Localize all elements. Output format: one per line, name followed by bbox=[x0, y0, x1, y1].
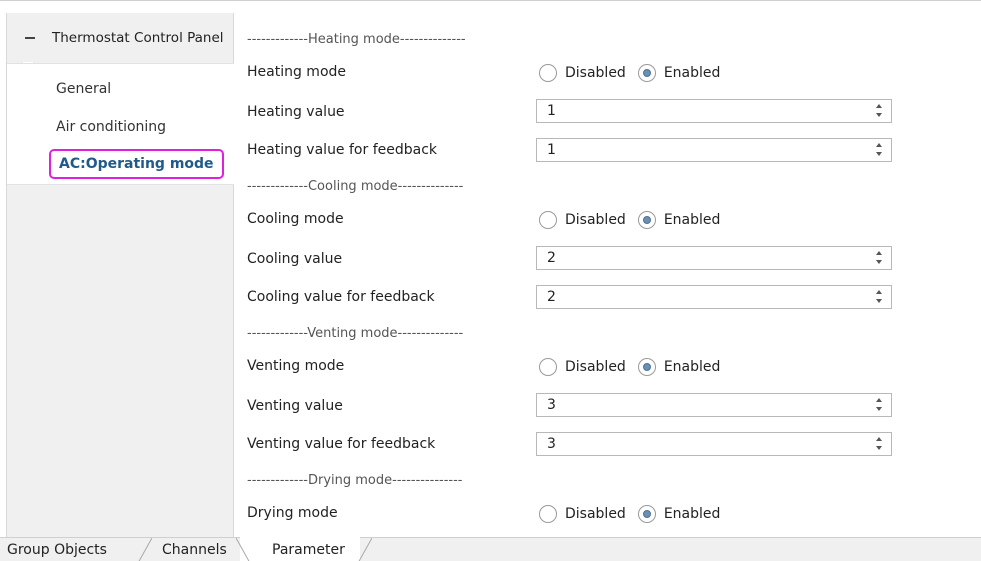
heating-disabled-radio[interactable] bbox=[539, 64, 557, 82]
heating-feedback-label: Heating value for feedback bbox=[247, 142, 438, 158]
heating-value-spinbox[interactable]: 1 bbox=[536, 99, 892, 123]
tab-divider bbox=[358, 538, 372, 561]
sidebar-item-general[interactable]: General bbox=[56, 81, 111, 97]
spin-arrows-icon[interactable] bbox=[875, 251, 883, 266]
drying-enabled-radio[interactable] bbox=[637, 505, 656, 523]
heating-feedback-spinbox[interactable]: 1 bbox=[536, 138, 892, 162]
spin-arrows-icon[interactable] bbox=[875, 437, 883, 452]
heating-feedback-text[interactable]: 1 bbox=[547, 142, 556, 158]
cooling-disabled-label[interactable]: Disabled bbox=[565, 212, 626, 228]
cooling-enabled-label[interactable]: Enabled bbox=[664, 212, 721, 228]
tab-parameter[interactable]: Parameter bbox=[272, 542, 345, 558]
tab-divider bbox=[236, 538, 250, 561]
venting-value-spinbox[interactable]: 3 bbox=[536, 393, 892, 417]
cooling-disabled-radio[interactable] bbox=[539, 211, 557, 229]
cooling-enabled-radio[interactable] bbox=[637, 211, 656, 229]
spin-arrows-icon[interactable] bbox=[875, 104, 883, 119]
drying-disabled-label[interactable]: Disabled bbox=[565, 506, 626, 522]
venting-mode-label: Venting mode bbox=[247, 358, 345, 374]
venting-enabled-label[interactable]: Enabled bbox=[664, 359, 721, 375]
cooling-value-label: Cooling value bbox=[247, 251, 343, 267]
venting-disabled-radio[interactable] bbox=[539, 358, 557, 376]
venting-value-label: Venting value bbox=[247, 398, 343, 414]
heating-mode-radio-group: Disabled Enabled bbox=[539, 64, 732, 82]
venting-disabled-label[interactable]: Disabled bbox=[565, 359, 626, 375]
drying-mode-radio-group: Disabled Enabled bbox=[539, 505, 732, 523]
bottom-tab-bar: Group Objects Channels Parameter bbox=[0, 537, 981, 561]
venting-value-text[interactable]: 3 bbox=[547, 397, 556, 413]
cooling-value-text[interactable]: 2 bbox=[547, 250, 556, 266]
sidebar: Thermostat Control Panel General Air con… bbox=[6, 13, 234, 537]
venting-enabled-radio[interactable] bbox=[637, 358, 656, 376]
venting-feedback-spinbox[interactable]: 3 bbox=[536, 432, 892, 456]
tab-channels[interactable]: Channels bbox=[162, 542, 227, 558]
drying-mode-label: Drying mode bbox=[247, 505, 338, 521]
window: Thermostat Control Panel General Air con… bbox=[0, 0, 981, 561]
cooling-value-spinbox[interactable]: 2 bbox=[536, 246, 892, 270]
tree-node-title: Thermostat Control Panel bbox=[52, 30, 224, 46]
drying-disabled-radio[interactable] bbox=[539, 505, 557, 523]
cooling-mode-radio-group: Disabled Enabled bbox=[539, 211, 732, 229]
parameter-panel: -------------Heating mode-------------- … bbox=[234, 13, 981, 537]
tree-node-thermostat[interactable]: Thermostat Control Panel bbox=[7, 13, 234, 63]
section-heading-heating: -------------Heating mode-------------- bbox=[247, 32, 466, 47]
venting-mode-radio-group: Disabled Enabled bbox=[539, 358, 732, 376]
venting-feedback-label: Venting value for feedback bbox=[247, 436, 436, 452]
heating-disabled-label[interactable]: Disabled bbox=[565, 65, 626, 81]
cooling-mode-label: Cooling mode bbox=[247, 211, 344, 227]
sidebar-item-air-conditioning[interactable]: Air conditioning bbox=[56, 119, 166, 135]
heating-mode-label: Heating mode bbox=[247, 64, 347, 80]
heating-enabled-label[interactable]: Enabled bbox=[664, 65, 721, 81]
section-heading-cooling: -------------Cooling mode-------------- bbox=[247, 179, 464, 194]
collapse-icon[interactable] bbox=[25, 37, 35, 39]
heating-value-text[interactable]: 1 bbox=[547, 103, 556, 119]
spin-arrows-icon[interactable] bbox=[875, 290, 883, 305]
cooling-feedback-label: Cooling value for feedback bbox=[247, 289, 435, 305]
tab-divider bbox=[138, 538, 152, 561]
drying-enabled-label[interactable]: Enabled bbox=[664, 506, 721, 522]
section-heading-venting: -------------Venting mode-------------- bbox=[247, 326, 464, 341]
spin-arrows-icon[interactable] bbox=[875, 143, 883, 158]
cooling-feedback-spinbox[interactable]: 2 bbox=[536, 285, 892, 309]
cooling-feedback-text[interactable]: 2 bbox=[547, 289, 556, 305]
sidebar-item-ac-operating-mode[interactable]: AC:Operating mode bbox=[49, 149, 224, 179]
spin-arrows-icon[interactable] bbox=[875, 398, 883, 413]
heating-enabled-radio[interactable] bbox=[637, 64, 656, 82]
heating-value-label: Heating value bbox=[247, 104, 345, 120]
venting-feedback-text[interactable]: 3 bbox=[547, 436, 556, 452]
section-heading-drying: -------------Drying mode--------------- bbox=[247, 473, 463, 488]
tab-group-objects[interactable]: Group Objects bbox=[7, 542, 107, 558]
sidebar-menu: General Air conditioning AC:Operating mo… bbox=[7, 63, 234, 185]
